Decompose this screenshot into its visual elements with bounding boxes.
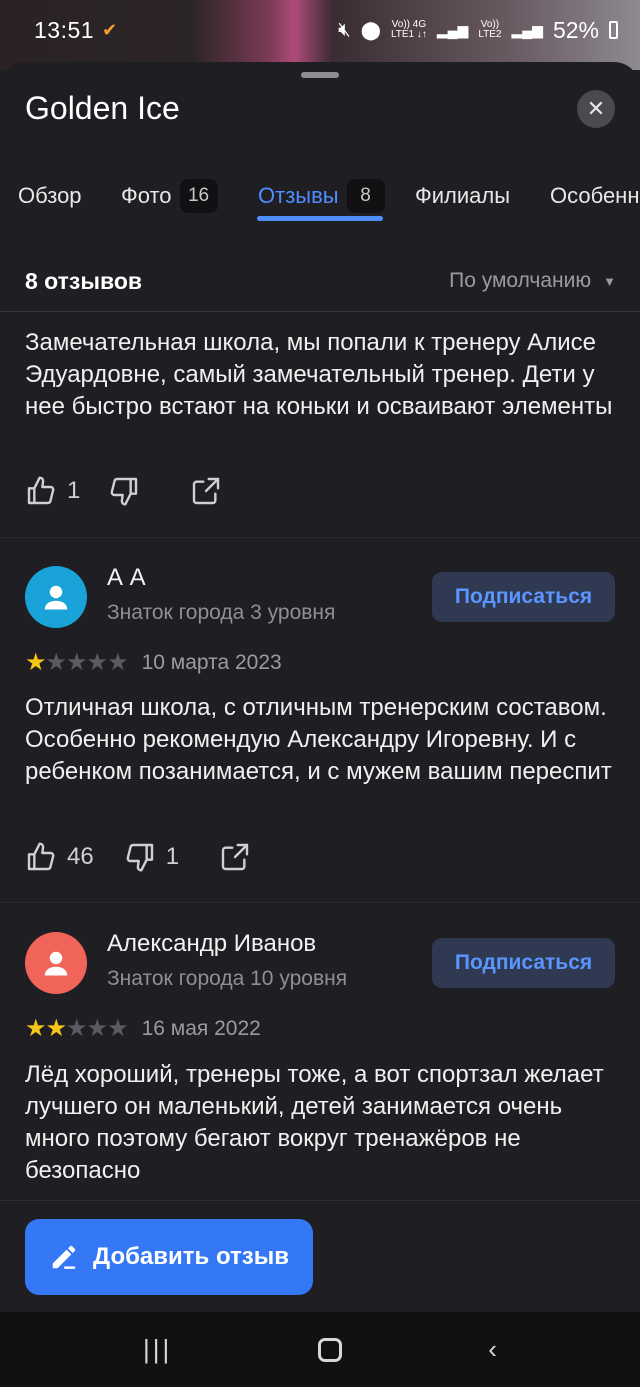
divider bbox=[0, 902, 640, 903]
divider bbox=[0, 537, 640, 538]
like-button[interactable]: 46 bbox=[25, 841, 94, 873]
dislike-button[interactable]: 1 bbox=[124, 841, 179, 873]
star-rating: ★ ★ ★ ★ ★ bbox=[25, 1014, 129, 1043]
subscribe-button[interactable]: Подписаться bbox=[432, 572, 615, 622]
recent-apps-icon[interactable]: ||| bbox=[143, 1334, 172, 1365]
author-level: Знаток города 3 уровня bbox=[107, 601, 336, 624]
avatar bbox=[25, 566, 87, 628]
notification-icon: ✔ bbox=[102, 19, 118, 40]
review-actions: 1 bbox=[25, 475, 222, 507]
sort-label: По умолчанию bbox=[449, 269, 592, 292]
star-icon: ★ bbox=[25, 1015, 46, 1042]
place-sheet: Golden Ice ✕ Обзор Фото 16 Отзывы 8 Фили… bbox=[0, 62, 640, 1312]
divider bbox=[0, 311, 640, 312]
signal-2-icon: ▂▄▆ bbox=[511, 21, 543, 38]
tab-photos-label: Фото bbox=[121, 183, 172, 208]
review-rating: ★ ★ ★ ★ ★ 16 мая 2022 bbox=[25, 1014, 261, 1043]
avatar bbox=[25, 932, 87, 994]
star-icon: ★ bbox=[25, 649, 46, 676]
bottom-action-bar: Добавить отзыв bbox=[0, 1200, 640, 1312]
star-icon: ★ bbox=[45, 649, 67, 676]
star-icon: ★ bbox=[107, 1015, 128, 1042]
tab-branches-label: Филиалы bbox=[415, 183, 511, 208]
home-icon[interactable] bbox=[318, 1337, 343, 1362]
like-count: 1 bbox=[67, 477, 81, 504]
network-1: Vo)) 4G LTE1 ↓↑ bbox=[391, 20, 427, 40]
close-button[interactable]: ✕ bbox=[577, 90, 615, 128]
tab-reviews-label: Отзывы bbox=[258, 183, 339, 208]
thumbs-up-icon bbox=[27, 476, 55, 505]
status-bar: 13:51 ✔ 🔇︎ ⬤ Vo)) 4G LTE1 ↓↑ ▂▄▆ Vo)) LT… bbox=[0, 0, 640, 60]
subscribe-button[interactable]: Подписаться bbox=[432, 938, 615, 988]
dislike-count: 1 bbox=[165, 843, 180, 870]
network-1-bottom: LTE1 ↓↑ bbox=[390, 29, 427, 40]
tab-overview-label: Обзор bbox=[18, 183, 82, 208]
thumbs-down-icon bbox=[110, 477, 138, 506]
system-nav-bar: ||| ‹ bbox=[0, 1312, 640, 1387]
like-button[interactable]: 1 bbox=[25, 475, 80, 507]
status-time: 13:51 bbox=[34, 16, 95, 43]
star-icon: ★ bbox=[86, 649, 108, 676]
add-review-button[interactable]: Добавить отзыв bbox=[25, 1219, 313, 1295]
chevron-down-icon: ▼ bbox=[603, 273, 616, 289]
like-count: 46 bbox=[67, 843, 94, 870]
review-author[interactable]: А А Знаток города 3 уровня bbox=[25, 564, 336, 628]
reviews-count: 8 отзывов bbox=[25, 268, 143, 294]
share-button[interactable] bbox=[219, 841, 251, 873]
star-icon: ★ bbox=[45, 1015, 67, 1042]
author-name: А А bbox=[107, 564, 146, 591]
signal-1-icon: ▂▄▆ bbox=[436, 21, 469, 38]
mute-icon: 🔇︎ bbox=[338, 18, 351, 41]
active-tab-indicator bbox=[257, 216, 383, 221]
author-level: Знаток города 10 уровня bbox=[107, 967, 348, 990]
tab-reviews[interactable]: Отзывы 8 bbox=[258, 172, 385, 220]
tab-features[interactable]: Особенн bbox=[550, 172, 639, 220]
star-icon: ★ bbox=[86, 1015, 108, 1042]
tab-features-label: Особенн bbox=[550, 183, 640, 208]
star-icon: ★ bbox=[66, 649, 87, 676]
sort-dropdown[interactable]: По умолчанию ▼ bbox=[449, 269, 616, 293]
network-2-bottom: LTE2 bbox=[478, 29, 502, 40]
thumbs-down-icon bbox=[126, 843, 153, 872]
close-icon: ✕ bbox=[586, 96, 606, 121]
thumbs-up-icon bbox=[27, 842, 55, 871]
review-text: Замечательная школа, мы попали к тренеру… bbox=[25, 329, 613, 420]
star-icon: ★ bbox=[107, 649, 128, 676]
user-icon bbox=[44, 951, 68, 976]
star-rating: ★ ★ ★ ★ ★ bbox=[25, 648, 129, 677]
add-review-label: Добавить отзыв bbox=[93, 1243, 289, 1270]
review-text: Отличная школа, с отличным тренерским со… bbox=[25, 694, 612, 785]
tab-branches[interactable]: Филиалы bbox=[415, 172, 510, 220]
place-title: Golden Ice bbox=[25, 90, 180, 126]
review-rating: ★ ★ ★ ★ ★ 10 марта 2023 bbox=[25, 648, 282, 677]
back-icon[interactable]: ‹ bbox=[488, 1334, 497, 1365]
location-icon: ⬤ bbox=[360, 19, 381, 40]
review-date: 10 марта 2023 bbox=[141, 650, 282, 674]
sheet-grabber[interactable] bbox=[301, 72, 339, 78]
battery-icon bbox=[609, 21, 618, 39]
author-name: Александр Иванов bbox=[107, 930, 317, 957]
share-button[interactable] bbox=[190, 475, 222, 507]
tab-reviews-count: 8 bbox=[346, 179, 385, 213]
star-icon: ★ bbox=[66, 1015, 87, 1042]
share-icon bbox=[221, 843, 249, 871]
tab-photos-count: 16 bbox=[179, 179, 218, 213]
review-date: 16 мая 2022 bbox=[141, 1016, 261, 1040]
share-icon bbox=[193, 477, 220, 505]
network-2: Vo)) LTE2 bbox=[478, 20, 501, 40]
tab-overview[interactable]: Обзор bbox=[18, 172, 82, 220]
pencil-icon bbox=[52, 1245, 76, 1269]
tab-photos[interactable]: Фото 16 bbox=[121, 172, 218, 220]
user-icon bbox=[44, 585, 68, 610]
battery-percent: 52% bbox=[552, 16, 599, 43]
review-actions: 46 1 bbox=[25, 841, 251, 873]
review-text: Лёд хороший, тренеры тоже, а вот спортза… bbox=[25, 1061, 604, 1184]
review-author[interactable]: Александр Иванов Знаток города 10 уровня bbox=[25, 930, 348, 994]
dislike-button[interactable] bbox=[108, 475, 150, 507]
